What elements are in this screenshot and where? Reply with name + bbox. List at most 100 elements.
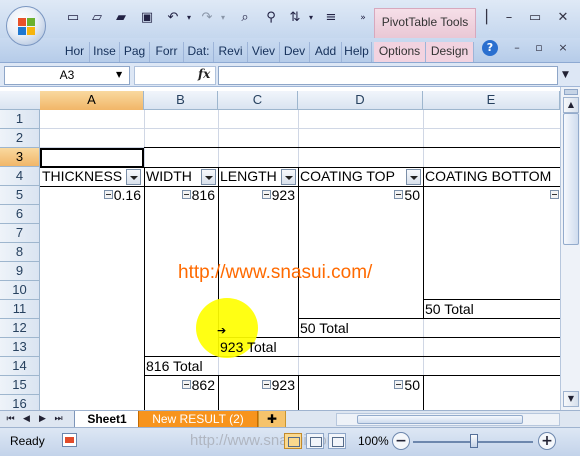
open-folder-icon[interactable]: ▱ <box>88 9 106 27</box>
row-header[interactable]: 15 <box>0 376 40 395</box>
sheet-tab-new-result[interactable]: New RESULT (2) <box>138 411 258 428</box>
expand-formula-bar-icon[interactable]: ▼ <box>562 70 569 80</box>
insert-sheet-icon[interactable]: ✚ <box>258 411 286 428</box>
collapse-icon[interactable] <box>550 190 559 199</box>
collapse-icon[interactable] <box>394 380 404 389</box>
pivot-total-c13[interactable]: 923 Total <box>220 338 277 357</box>
tab-data[interactable]: Dat: <box>184 42 214 62</box>
horizontal-scrollbar[interactable] <box>336 413 560 426</box>
row-header[interactable]: 9 <box>0 262 40 281</box>
page-layout-view-icon[interactable] <box>306 433 324 449</box>
scrollbar-thumb[interactable] <box>563 113 579 245</box>
pivot-header-coating-top[interactable]: COATING TOP <box>298 167 423 186</box>
column-header-a[interactable]: A <box>40 91 144 110</box>
pivot-value-length[interactable]: 923 <box>218 376 298 395</box>
filter-dropdown-icon[interactable] <box>201 169 216 185</box>
scrollbar-thumb[interactable] <box>357 415 523 424</box>
first-sheet-icon[interactable]: ⏮ <box>4 412 17 426</box>
pivot-total-e11[interactable]: 50 Total <box>423 300 560 319</box>
column-header-e[interactable]: E <box>423 91 560 110</box>
tab-options[interactable]: Options <box>374 42 426 62</box>
collapse-icon[interactable] <box>261 380 271 389</box>
open-icon[interactable]: ▰ <box>112 9 130 27</box>
office-button[interactable] <box>6 6 46 46</box>
row-header[interactable]: 13 <box>0 338 40 357</box>
tab-home[interactable]: Hor <box>60 42 90 62</box>
pivot-value-width[interactable]: 816 <box>144 186 218 205</box>
tab-insert[interactable]: Inse <box>90 42 120 62</box>
row-header-selected[interactable]: 3 <box>0 148 40 167</box>
insert-function-icon[interactable]: fx <box>198 67 210 81</box>
close-button[interactable]: ✕ <box>552 8 574 28</box>
redo-dropdown-icon[interactable]: ▾ <box>214 9 232 27</box>
collapse-icon[interactable] <box>394 190 404 199</box>
spelling-icon[interactable]: ⚲ <box>262 9 280 27</box>
filter-dropdown-icon[interactable] <box>281 169 296 185</box>
zoom-in-icon[interactable]: + <box>538 432 556 450</box>
row-header[interactable]: 11 <box>0 300 40 319</box>
vertical-scrollbar[interactable]: ▲ ▼ <box>560 87 580 410</box>
minimize-button[interactable]: – <box>498 8 520 28</box>
collapse-icon[interactable] <box>181 190 191 199</box>
row-header[interactable]: 6 <box>0 205 40 224</box>
help-icon[interactable]: ? <box>482 40 498 56</box>
ribbon-minimize-icon[interactable]: – <box>508 40 526 56</box>
column-header-d[interactable]: D <box>298 91 423 110</box>
tab-developer[interactable]: Dev <box>280 42 310 62</box>
row-header[interactable]: 2 <box>0 129 40 148</box>
print-preview-icon[interactable]: ⌕ <box>236 9 254 27</box>
tab-view[interactable]: Viev <box>248 42 280 62</box>
sort-dropdown-icon[interactable]: ▾ <box>302 9 320 27</box>
formula-input[interactable] <box>218 66 558 85</box>
name-box-dropdown-icon[interactable]: ▼ <box>116 70 122 79</box>
split-handle[interactable] <box>564 89 578 95</box>
row-header[interactable]: 1 <box>0 110 40 129</box>
macro-recording-icon[interactable] <box>62 433 77 447</box>
last-sheet-icon[interactable]: ⏭ <box>52 412 65 426</box>
row-header[interactable]: 14 <box>0 357 40 376</box>
row-header[interactable]: 5 <box>0 186 40 205</box>
row-header[interactable]: 12 <box>0 319 40 338</box>
pivot-total-b14[interactable]: 816 Total <box>144 357 344 376</box>
name-box[interactable]: A3 <box>4 66 130 85</box>
pivot-header-coating-bottom[interactable]: COATING BOTTOM <box>423 167 560 186</box>
zoom-level[interactable]: 100% <box>358 434 389 448</box>
new-document-icon[interactable]: ▭ <box>64 9 82 27</box>
collapse-icon[interactable] <box>181 380 191 389</box>
tab-design[interactable]: Design <box>426 42 474 62</box>
sort-descending-icon[interactable]: ≡ <box>322 9 340 27</box>
pivot-value-coating-top[interactable]: 50 <box>298 376 423 395</box>
pivot-value-width[interactable]: 862 <box>144 376 218 395</box>
column-header-b[interactable]: B <box>144 91 218 110</box>
ribbon-close-icon[interactable]: × <box>554 40 572 56</box>
collapse-icon[interactable] <box>103 190 113 199</box>
next-sheet-icon[interactable]: ▶ <box>36 412 49 426</box>
filter-dropdown-icon[interactable] <box>126 169 141 185</box>
normal-view-icon[interactable] <box>284 433 302 449</box>
pivot-value-coating-top[interactable]: 50 <box>298 186 423 205</box>
selected-cell-a3[interactable] <box>40 148 144 168</box>
save-icon[interactable]: ▣ <box>138 9 156 27</box>
pivot-value-thickness[interactable]: 0.16 <box>40 186 144 205</box>
ribbon-restore-icon[interactable]: ▫ <box>530 40 548 56</box>
filter-dropdown-icon[interactable] <box>406 169 421 185</box>
pivot-value-length[interactable]: 923 <box>218 186 298 205</box>
scroll-up-icon[interactable]: ▲ <box>563 97 579 113</box>
scroll-down-icon[interactable]: ▼ <box>563 391 579 407</box>
row-header[interactable]: 4 <box>0 167 40 186</box>
row-header[interactable]: 8 <box>0 243 40 262</box>
tab-formulas[interactable]: Forr <box>150 42 184 62</box>
maximize-button[interactable]: ▭ <box>524 8 546 28</box>
page-break-view-icon[interactable] <box>328 433 346 449</box>
pivot-value-coating-bottom[interactable] <box>423 186 560 205</box>
zoom-slider-thumb[interactable] <box>470 434 478 448</box>
tab-add-ins[interactable]: Add <box>310 42 342 62</box>
tab-help[interactable]: Help <box>342 42 372 62</box>
zoom-out-icon[interactable]: − <box>392 432 410 450</box>
collapse-icon[interactable] <box>261 190 271 199</box>
pivot-total-d12[interactable]: 50 Total <box>298 319 498 338</box>
tab-page-layout[interactable]: Pag <box>120 42 150 62</box>
column-header-c[interactable]: C <box>218 91 298 110</box>
sheet-tab-sheet1[interactable]: Sheet1 <box>74 411 140 428</box>
tab-review[interactable]: Revi <box>214 42 248 62</box>
